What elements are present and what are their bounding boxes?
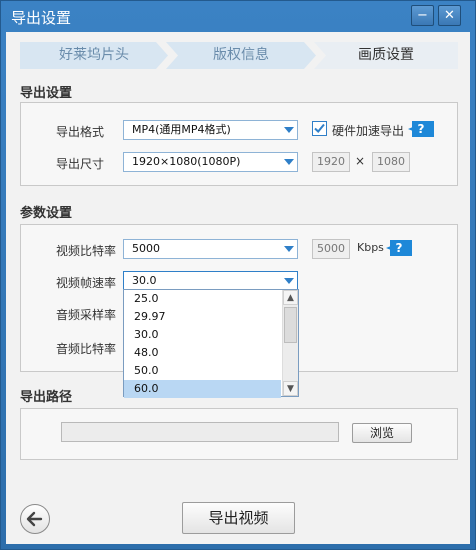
help-icon[interactable]: ? bbox=[386, 240, 412, 256]
export-path-heading: 导出路径 bbox=[20, 390, 73, 405]
minimize-button[interactable]: − bbox=[411, 5, 434, 26]
help-icon[interactable]: ? bbox=[408, 121, 434, 137]
width-field[interactable]: 1920 bbox=[312, 152, 350, 172]
audio-bitrate-label: 音频比特率 bbox=[56, 342, 117, 356]
tab-hollywood-intro[interactable]: 好莱坞片头 bbox=[20, 42, 168, 69]
browse-button[interactable]: 浏览 bbox=[352, 423, 412, 443]
framerate-label: 视频帧速率 bbox=[56, 276, 117, 290]
export-settings-window: 导出设置 − ✕ 好莱坞片头 版权信息 画质设置 导出设置 导出格式 MP4(通… bbox=[0, 0, 476, 550]
back-button[interactable] bbox=[20, 504, 50, 534]
export-path-group: 浏览 bbox=[20, 408, 458, 460]
size-label: 导出尺寸 bbox=[56, 157, 105, 171]
export-path-input[interactable] bbox=[61, 422, 339, 442]
chevron-down-icon bbox=[284, 246, 294, 252]
format-select[interactable]: MP4(通用MP4格式) bbox=[123, 120, 298, 140]
framerate-select[interactable]: 30.0 bbox=[123, 271, 298, 291]
sample-rate-label: 音频采样率 bbox=[56, 308, 117, 322]
dropdown-scrollbar[interactable]: ▲ ▼ bbox=[282, 290, 298, 396]
height-field[interactable]: 1080 bbox=[372, 152, 410, 172]
export-settings-heading: 导出设置 bbox=[20, 86, 73, 101]
kbps-unit: Kbps bbox=[357, 241, 384, 254]
framerate-option[interactable]: 29.97 bbox=[124, 308, 281, 326]
hw-accel-checkbox[interactable] bbox=[312, 121, 327, 136]
format-label: 导出格式 bbox=[56, 125, 105, 139]
param-settings-heading: 参数设置 bbox=[20, 206, 73, 221]
video-bitrate-select[interactable]: 5000 bbox=[123, 239, 298, 259]
chevron-down-icon[interactable]: ▼ bbox=[283, 381, 298, 396]
chevron-down-icon bbox=[284, 278, 294, 284]
times-sign: × bbox=[355, 154, 366, 168]
video-bitrate-value: 5000 bbox=[132, 242, 160, 255]
title-bar[interactable]: 导出设置 − ✕ bbox=[1, 1, 475, 31]
step-tabs: 好莱坞片头 版权信息 画质设置 bbox=[20, 42, 458, 69]
chevron-down-icon bbox=[284, 159, 294, 165]
video-bitrate-label: 视频比特率 bbox=[56, 244, 117, 258]
tab-copyright-info[interactable]: 版权信息 bbox=[166, 42, 316, 69]
chevron-up-icon[interactable]: ▲ bbox=[283, 290, 298, 305]
hw-accel-label: 硬件加速导出 bbox=[332, 124, 405, 138]
framerate-option[interactable]: 30.0 bbox=[124, 326, 281, 344]
arrow-left-icon bbox=[26, 511, 43, 527]
export-video-button[interactable]: 导出视频 bbox=[182, 502, 295, 534]
framerate-dropdown-list: 25.0 29.97 30.0 48.0 50.0 60.0 ▲ ▼ bbox=[123, 289, 299, 398]
window-title: 导出设置 bbox=[11, 9, 72, 27]
tab-quality-settings[interactable]: 画质设置 bbox=[314, 42, 458, 69]
check-icon bbox=[314, 123, 325, 133]
chevron-down-icon bbox=[284, 127, 294, 133]
framerate-option-highlighted[interactable]: 60.0 bbox=[124, 380, 281, 398]
export-settings-group: 导出格式 MP4(通用MP4格式) 硬件加速导出 ? 导出尺寸 1920×108… bbox=[20, 102, 458, 186]
dialog-body: 好莱坞片头 版权信息 画质设置 导出设置 导出格式 MP4(通用MP4格式) 硬… bbox=[6, 32, 470, 544]
scrollbar-thumb[interactable] bbox=[284, 307, 297, 343]
framerate-option[interactable]: 50.0 bbox=[124, 362, 281, 380]
framerate-option[interactable]: 48.0 bbox=[124, 344, 281, 362]
framerate-value: 30.0 bbox=[132, 274, 157, 287]
framerate-option[interactable]: 25.0 bbox=[124, 290, 281, 308]
size-select-value: 1920×1080(1080P) bbox=[132, 155, 241, 168]
size-select[interactable]: 1920×1080(1080P) bbox=[123, 152, 298, 172]
close-button[interactable]: ✕ bbox=[438, 5, 461, 26]
format-select-value: MP4(通用MP4格式) bbox=[132, 123, 231, 136]
bitrate-field[interactable]: 5000 bbox=[312, 239, 350, 259]
